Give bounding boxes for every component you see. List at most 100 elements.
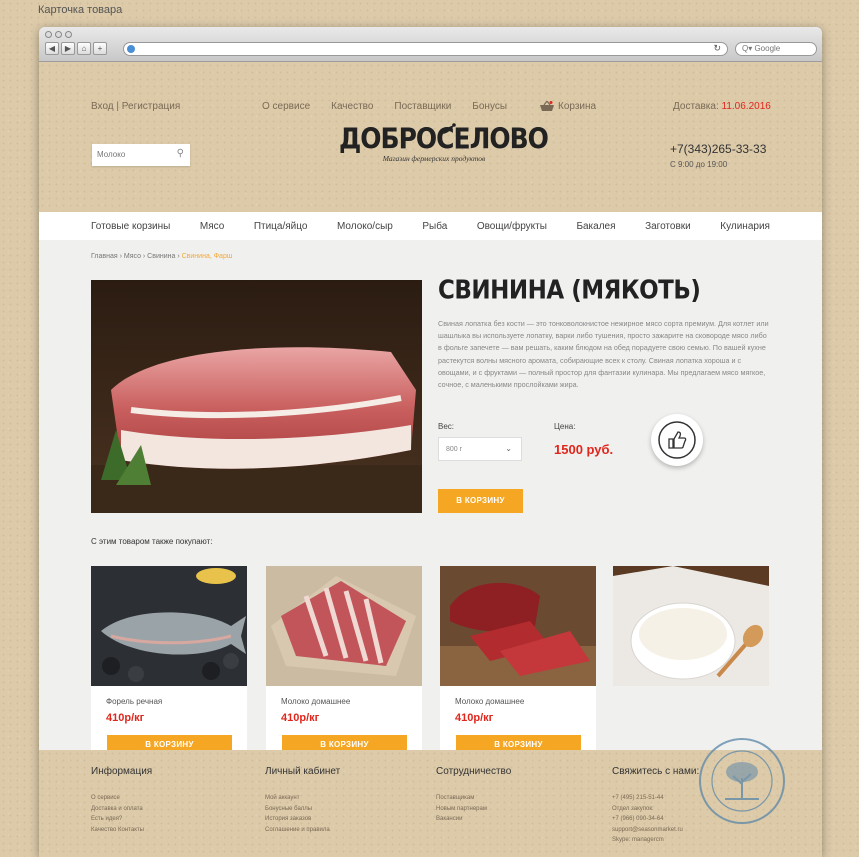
cottage-cheese-photo[interactable] <box>613 566 769 686</box>
footer-link: Отдел закупок: <box>612 805 654 812</box>
home-icon[interactable]: ⌂ <box>77 42 91 55</box>
product-card-name[interactable]: Молоко домашнее <box>455 697 524 706</box>
footer-link[interactable]: support@seasonmarket.ru <box>612 825 699 836</box>
thumbs-up-icon <box>658 421 696 459</box>
browser-window: ◀ ▶ ⌂ + ↻ Q▾ Google Вход | Регистрация О… <box>39 27 822 857</box>
browser-nav-buttons: ◀ ▶ ⌂ + <box>45 42 107 55</box>
product-card[interactable]: Форель речная 410р/кг В КОРЗИНУ <box>91 566 247 766</box>
chevron-down-icon: ⌄ <box>505 444 512 453</box>
footer-link[interactable]: Вакансии <box>436 814 511 825</box>
organic-stamp-icon <box>699 738 785 824</box>
category-meat[interactable]: Мясо <box>200 221 224 232</box>
zoom-window-button[interactable] <box>65 31 72 38</box>
category-nav: Готовые корзины Мясо Птица/яйцо Молоко/с… <box>39 212 822 240</box>
footer-link[interactable]: Качество Контакты <box>91 825 152 836</box>
quality-certificate-badge <box>651 414 703 466</box>
menu-item-about[interactable]: О сервисе <box>262 101 310 112</box>
weight-select[interactable]: 800 г ⌄ <box>438 437 522 461</box>
category-fish[interactable]: Рыба <box>422 221 447 232</box>
product-description: Свиная лопатка без кости — это тонковоло… <box>438 319 769 390</box>
category-vegetables[interactable]: Овощи/фрукты <box>477 221 547 232</box>
footer-link[interactable]: Доставка и оплата <box>91 804 152 815</box>
footer-heading: Информация <box>91 766 153 777</box>
category-cookery[interactable]: Кулинария <box>720 221 770 232</box>
product-card[interactable]: Молоко домашнее 410р/кг В КОРЗИНУ <box>266 566 422 766</box>
product-section: Главная › Мясо › Свинина › Свинина, Фарш <box>39 240 822 805</box>
beef-photo <box>440 566 596 686</box>
footer-link[interactable]: Бонусные баллы <box>265 804 340 815</box>
breadcrumb-current: Свинина, Фарш <box>181 253 233 260</box>
price-label: Цена: <box>554 422 576 431</box>
close-window-button[interactable] <box>45 31 52 38</box>
top-menu: О сервисе Качество Поставщики Бонусы <box>262 101 507 112</box>
footer-link[interactable]: +7 (495) 215-51-44 <box>612 793 699 804</box>
footer-link[interactable]: История заказов <box>265 814 340 825</box>
product-card-price: 410р/кг <box>281 712 320 724</box>
product-card-name[interactable]: Молоко домашнее <box>281 697 350 706</box>
product-price: 1500 руб. <box>554 442 614 457</box>
footer-link[interactable]: Соглашение и правила <box>265 825 340 836</box>
product-title: СВИНИНА (МЯКОТЬ) <box>438 276 701 306</box>
globe-icon <box>127 45 135 53</box>
footer-link[interactable]: Мой аккаунт <box>265 793 340 804</box>
cart-label: Корзина <box>558 101 597 112</box>
browser-search-field[interactable]: Q▾ Google <box>735 42 817 56</box>
footer-link[interactable]: +7 (966) 090-34-64 <box>612 814 699 825</box>
auth-link[interactable]: Вход | Регистрация <box>91 101 180 112</box>
footer-column-contacts: Свяжитесь с нами: +7 (495) 215-51-44 Отд… <box>612 766 699 846</box>
product-card-price: 410р/кг <box>455 712 494 724</box>
footer-heading: Личный кабинет <box>265 766 341 777</box>
working-hours: С 9:00 до 19:00 <box>670 160 728 169</box>
footer-link[interactable]: Skype: managercm <box>612 835 699 846</box>
category-preserves[interactable]: Заготовки <box>645 221 691 232</box>
breadcrumb: Главная › Мясо › Свинина › Свинина, Фарш <box>91 253 232 260</box>
footer-column-partners: Сотрудничество Поставщикам Новым партнер… <box>436 766 511 825</box>
product-card-price: 410р/кг <box>106 712 145 724</box>
category-ready-baskets[interactable]: Готовые корзины <box>91 221 170 232</box>
footer-link[interactable]: О сервисе <box>91 793 152 804</box>
reload-icon[interactable]: ↻ <box>713 43 721 54</box>
delivery-label: Доставка: <box>673 101 719 112</box>
product-card-name[interactable]: Форель речная <box>106 697 162 706</box>
minimize-window-button[interactable] <box>55 31 62 38</box>
footer-link[interactable]: Новым партнерам <box>436 804 511 815</box>
logo-tagline: Магазин фермерских продуктов <box>382 154 486 163</box>
site-footer: Информация О сервисе Доставка и оплата Е… <box>39 738 822 857</box>
breadcrumb-path[interactable]: Главная › Мясо › Свинина › <box>91 253 182 260</box>
site-logo[interactable]: ДОБРОСЕЛОВО Магазин фермерских продуктов <box>339 122 549 163</box>
ribs-photo <box>266 566 422 686</box>
forward-icon[interactable]: ▶ <box>61 42 75 55</box>
also-bought-title: С этим товаром также покупают: <box>91 537 213 546</box>
site-header: Вход | Регистрация О сервисе Качество По… <box>39 62 822 212</box>
weight-value: 800 г <box>446 446 463 453</box>
page-caption: Карточка товара <box>38 4 123 16</box>
product-card[interactable]: Молоко домашнее 410р/кг В КОРЗИНУ <box>440 566 596 766</box>
logo-name: ДОБРОСЕЛОВО <box>339 121 549 156</box>
footer-column-account: Личный кабинет Мой аккаунт Бонусные балл… <box>265 766 340 835</box>
footer-column-info: Информация О сервисе Доставка и оплата Е… <box>91 766 152 835</box>
delivery-date: 11.06.2016 <box>721 101 771 112</box>
weight-label: Вес: <box>438 422 455 431</box>
product-photo <box>91 280 422 513</box>
cart-link[interactable]: Корзина <box>539 101 596 112</box>
delivery-info: Доставка: 11.06.2016 <box>673 101 771 112</box>
category-dairy[interactable]: Молоко/сыр <box>337 221 393 232</box>
back-icon[interactable]: ◀ <box>45 42 59 55</box>
address-bar[interactable]: ↻ <box>123 42 728 56</box>
category-poultry[interactable]: Птица/яйцо <box>254 221 308 232</box>
footer-heading: Сотрудничество <box>436 766 512 777</box>
search-value: Молоко <box>97 150 126 159</box>
menu-item-suppliers[interactable]: Поставщики <box>394 101 451 112</box>
trout-photo <box>91 566 247 686</box>
new-tab-icon[interactable]: + <box>93 42 107 55</box>
category-grocery[interactable]: Бакалея <box>576 221 615 232</box>
footer-link[interactable]: Есть идея? <box>91 814 152 825</box>
menu-item-quality[interactable]: Качество <box>331 101 373 112</box>
phone-number[interactable]: +7(343)265-33-33 <box>670 142 766 156</box>
footer-link[interactable]: Поставщикам <box>436 793 511 804</box>
site-search-input[interactable]: Молоко ⚲ <box>92 144 190 166</box>
footer-heading: Свяжитесь с нами: <box>612 766 700 777</box>
add-to-cart-button[interactable]: В КОРЗИНУ <box>438 489 523 513</box>
search-icon[interactable]: ⚲ <box>177 148 184 159</box>
menu-item-bonuses[interactable]: Бонусы <box>472 101 507 112</box>
